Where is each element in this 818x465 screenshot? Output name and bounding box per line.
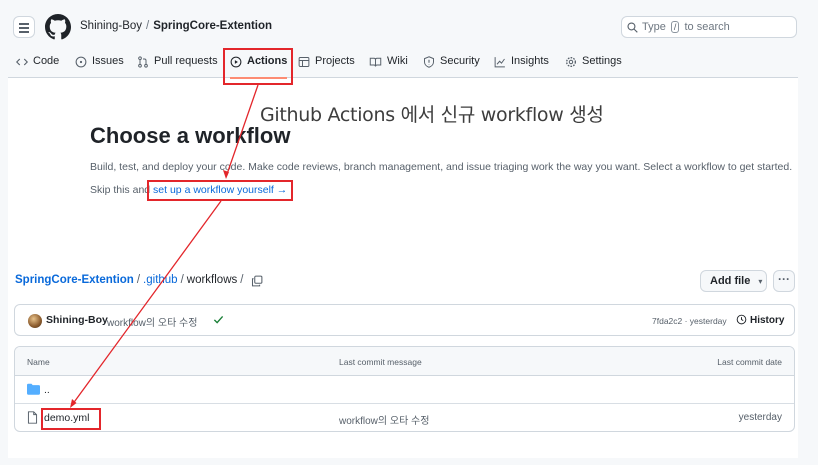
arrow-line xyxy=(225,84,259,178)
github-page: Shining-Boy / SpringCore-Extention Type / … xyxy=(8,8,798,458)
annotation-arrows xyxy=(70,84,259,408)
arrow-line xyxy=(71,200,222,406)
